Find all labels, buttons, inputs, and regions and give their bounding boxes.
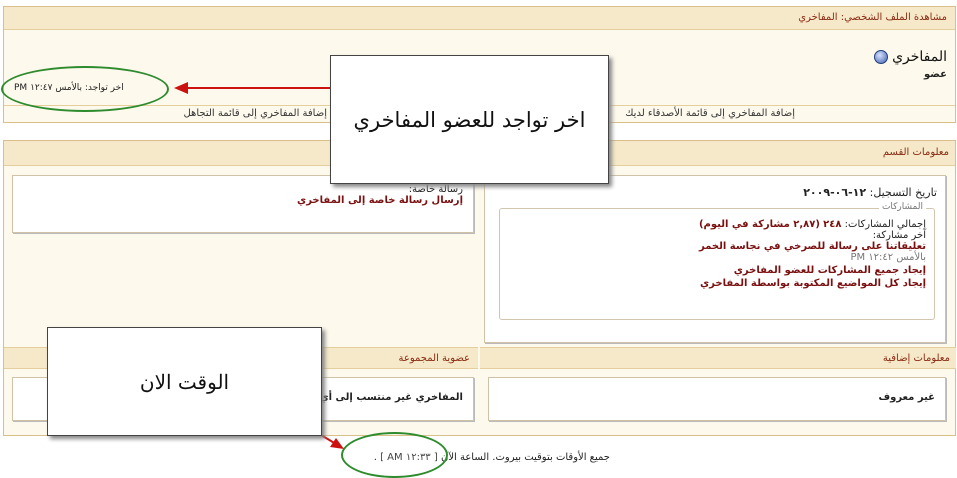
current-time-highlight-ellipse	[341, 432, 448, 478]
add-buddy-link[interactable]: إضافة المفاخري إلى قائمة الأصدقاء لديك	[625, 108, 795, 119]
find-posts-link[interactable]: إيجاد جميع المشاركات للعضو المفاخري	[508, 265, 926, 276]
user-rank: عضو	[924, 69, 947, 80]
additional-info-header-bar: معلومات إضافية	[480, 347, 956, 369]
username[interactable]: المفاخري	[892, 49, 947, 65]
add-ignore-link[interactable]: إضافة المفاخري إلى قائمة التجاهل	[147, 108, 327, 119]
additional-info-value: غير معروف	[878, 392, 935, 403]
total-posts-label: إجمالي المشاركات:	[844, 219, 926, 230]
last-seen-callout: اخر تواجد للعضو المفاخري	[330, 55, 609, 184]
forum-info-header: معلومات القسم	[882, 147, 949, 158]
find-threads-link[interactable]: إيجاد كل المواضيع المكتوبة بواسطة المفاخ…	[508, 278, 926, 289]
send-pm-link[interactable]: إرسال رسالة خاصة إلى المفاخري	[23, 195, 463, 206]
last-seen-callout-text: اخر تواجد للعضو المفاخري	[353, 107, 586, 132]
username-row: المفاخري	[874, 49, 947, 65]
profile-header-bar: مشاهدة الملف الشخصي: المفاخري	[4, 7, 955, 30]
now-callout: الوقت الان	[47, 327, 322, 436]
last-post-link[interactable]: تعليقاتنا على رسالة للصرخي في نجاسة الخم…	[508, 241, 926, 252]
profile-header-title: مشاهدة الملف الشخصي: المفاخري	[798, 12, 947, 23]
posts-per-day: (٢,٨٧ مشاركة في اليوم)	[698, 219, 820, 230]
pm-label: رسالة خاصة:	[408, 184, 463, 195]
posts-fieldset: المشاركات إجمالي المشاركات: ٢٤٨ (٢,٨٧ مش…	[499, 202, 935, 320]
now-callout-text: الوقت الان	[139, 369, 230, 394]
last-post-time: بالأمس ١٢:٤٢ PM	[850, 252, 926, 263]
last-post-label: آخر مشاركة:	[872, 230, 926, 241]
now-arrowhead	[330, 438, 344, 449]
status-dot-icon	[874, 50, 889, 64]
timezone-text: جميع الأوقات بتوقيت بيروت. الساعة الآن	[440, 452, 610, 463]
join-date: تاريخ التسجيل: ١٢-٠٦-٢٠٠٩	[493, 186, 937, 199]
total-posts: إجمالي المشاركات: ٢٤٨ (٢,٨٧ مشاركة في ال…	[508, 219, 926, 230]
group-header: عضوية المجموعة	[398, 353, 470, 364]
group-text: المفاخري غير منتسب إلى أي	[319, 392, 463, 403]
join-date-label: تاريخ التسجيل:	[869, 186, 937, 199]
total-posts-value: ٢٤٨	[823, 219, 842, 230]
additional-info-header: معلومات إضافية	[882, 353, 950, 364]
last-seen-highlight-ellipse	[1, 66, 169, 112]
additional-info-box: غير معروف	[488, 377, 946, 421]
posts-legend: المشاركات	[878, 202, 926, 212]
forum-info-box: تاريخ التسجيل: ١٢-٠٦-٢٠٠٩ المشاركات إجما…	[484, 175, 946, 343]
join-date-value: ١٢-٠٦-٢٠٠٩	[803, 186, 867, 199]
